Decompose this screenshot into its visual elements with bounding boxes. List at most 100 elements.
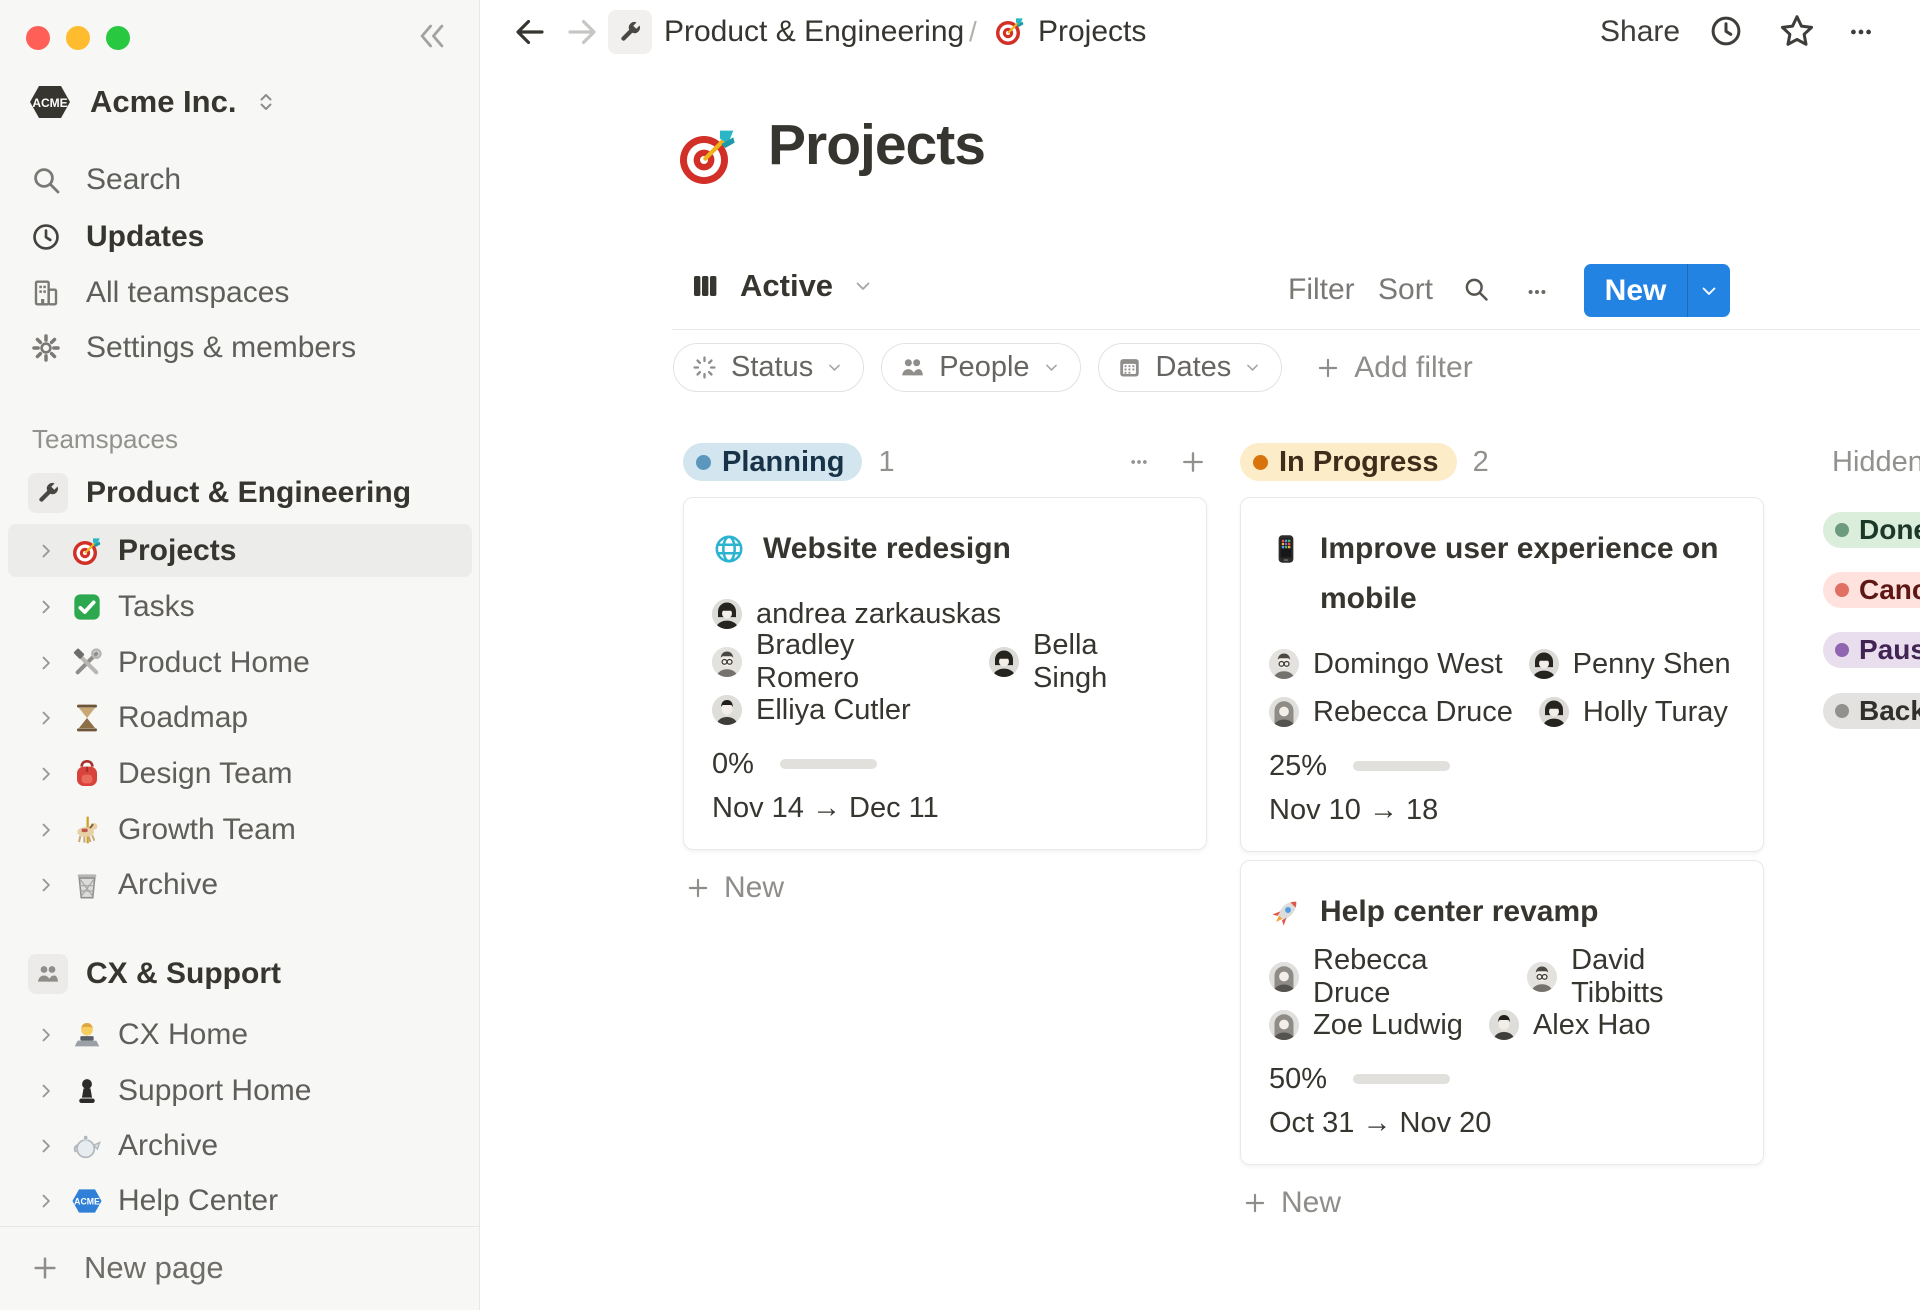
nav-back-button[interactable]: [512, 14, 548, 50]
sidebar-item-all-teamspaces[interactable]: All teamspaces: [30, 271, 289, 315]
share-button[interactable]: Share: [1600, 15, 1680, 49]
target-icon: [71, 535, 103, 567]
hidden-pill-canceled[interactable]: Canceled: [1823, 572, 1920, 608]
svg-text:ACME: ACME: [74, 1196, 100, 1206]
minimize-window-button[interactable]: [66, 26, 90, 50]
hidden-pill-paused[interactable]: Paused: [1823, 632, 1920, 668]
status-dot: [696, 455, 711, 470]
chevron-down-icon: [826, 359, 843, 376]
workspace-switcher[interactable]: ACME Acme Inc.: [28, 84, 278, 120]
new-button-label[interactable]: New: [1584, 264, 1687, 317]
board-column-planning: Planning 1 Website redesign andrea zarka…: [683, 443, 1207, 910]
progress-track: [1353, 1074, 1450, 1084]
sidebar-item-roadmap[interactable]: Roadmap: [8, 691, 472, 744]
filter-chip-people[interactable]: People: [881, 343, 1080, 392]
project-card-website-redesign[interactable]: Website redesign andrea zarkauskas Bradl…: [683, 497, 1207, 850]
hammer-wrench-icon: [71, 647, 103, 679]
filter-button[interactable]: Filter: [1288, 273, 1355, 307]
workspace-logo-icon: ACME: [28, 84, 72, 120]
workspace-name: Acme Inc.: [90, 84, 236, 120]
card-progress: 25%: [1269, 750, 1735, 782]
sidebar-item-support-home[interactable]: Support Home: [8, 1064, 472, 1117]
hidden-pill-backlog[interactable]: Backlog: [1823, 693, 1920, 729]
ellipsis-icon: [1123, 452, 1155, 472]
search-view-button[interactable]: [1462, 275, 1490, 303]
people-icon: [28, 954, 68, 994]
sidebar-item-updates[interactable]: Updates: [30, 215, 204, 259]
page-title[interactable]: Projects: [768, 112, 985, 178]
column-more-button[interactable]: [1123, 452, 1155, 472]
avatar: [712, 647, 742, 677]
add-card-button[interactable]: New: [683, 866, 784, 910]
filter-chip-dates[interactable]: Dates: [1098, 343, 1283, 392]
sidebar-item-design-team[interactable]: Design Team: [8, 747, 472, 800]
new-page-button[interactable]: New page: [30, 1244, 224, 1292]
column-header: Planning 1: [683, 443, 1207, 481]
technologist-icon: [71, 1019, 103, 1051]
add-filter-button[interactable]: Add filter: [1315, 351, 1472, 385]
column-count: 2: [1473, 446, 1489, 479]
sidebar-collapse-button[interactable]: [410, 14, 454, 58]
close-window-button[interactable]: [26, 26, 50, 50]
status-pill-in-progress[interactable]: In Progress: [1240, 443, 1457, 481]
plus-icon: [1179, 448, 1207, 476]
more-options-button[interactable]: [1842, 19, 1880, 45]
favorite-button[interactable]: [1778, 12, 1816, 50]
card-dates: Oct 31 → Nov 20: [1269, 1107, 1735, 1140]
teamspace-product-engineering[interactable]: Product & Engineering: [28, 468, 411, 518]
status-pill-planning[interactable]: Planning: [683, 443, 862, 481]
zoom-window-button[interactable]: [106, 26, 130, 50]
project-card-help-center-revamp[interactable]: Help center revamp Rebecca Druce David T…: [1240, 860, 1764, 1165]
sidebar: ACME Acme Inc. Search Updates All teamsp…: [0, 0, 480, 1310]
history-button[interactable]: [1708, 13, 1744, 49]
breadcrumb-page[interactable]: Projects: [1038, 15, 1146, 49]
view-more-options-button[interactable]: [1520, 281, 1554, 303]
filter-chip-status[interactable]: Status: [673, 343, 864, 392]
chevron-right-icon: [36, 541, 56, 561]
column-add-button[interactable]: [1179, 448, 1207, 476]
status-dot: [1835, 523, 1849, 537]
avatar: [1527, 962, 1557, 992]
sidebar-item-help-center[interactable]: ACME Help Center: [8, 1174, 472, 1227]
sidebar-item-product-home[interactable]: Product Home: [8, 636, 472, 689]
search-icon: [30, 164, 62, 196]
view-tab-active[interactable]: Active: [690, 268, 873, 304]
new-button-dropdown[interactable]: [1688, 264, 1730, 317]
chevron-right-icon: [36, 764, 56, 784]
avatar: [1489, 1010, 1519, 1040]
sidebar-item-tasks[interactable]: Tasks: [8, 580, 472, 633]
card-progress: 0%: [712, 748, 1178, 780]
breadcrumb-separator: /: [969, 16, 977, 48]
status-dot: [1835, 704, 1849, 718]
breadcrumb-teamspace-icon[interactable]: [608, 10, 652, 54]
chevron-right-icon: [36, 875, 56, 895]
project-card-improve-ux-mobile[interactable]: Improve user experience on mobile Doming…: [1240, 497, 1764, 852]
ellipsis-icon: [1842, 19, 1880, 45]
avatar: [1269, 697, 1299, 727]
board-view-icon: [690, 271, 720, 301]
avatar: [989, 647, 1019, 677]
sidebar-item-archive[interactable]: Archive: [8, 858, 472, 911]
chevron-right-icon: [36, 1081, 56, 1101]
sidebar-item-archive-cx[interactable]: Archive: [8, 1119, 472, 1172]
sidebar-item-projects[interactable]: Projects: [8, 524, 472, 577]
new-button: New: [1584, 264, 1730, 317]
sidebar-item-growth-team[interactable]: Growth Team: [8, 803, 472, 856]
chevron-right-icon: [36, 708, 56, 728]
hidden-columns-toggle[interactable]: Hidden columns: [1832, 446, 1920, 479]
building-icon: [30, 277, 62, 309]
column-header: In Progress 2: [1240, 443, 1764, 481]
add-card-button[interactable]: New: [1240, 1181, 1341, 1225]
progress-track: [780, 759, 877, 769]
calendar-icon: [1116, 354, 1143, 381]
sidebar-item-search[interactable]: Search: [30, 158, 181, 202]
hidden-pill-done[interactable]: Done: [1823, 512, 1920, 548]
breadcrumb-teamspace[interactable]: Product & Engineering: [664, 15, 964, 49]
arrow-right-icon: [564, 14, 600, 50]
teamspace-cx-support[interactable]: CX & Support: [28, 949, 281, 999]
sort-button[interactable]: Sort: [1378, 273, 1433, 307]
nav-forward-button[interactable]: [564, 14, 600, 50]
sidebar-item-cx-home[interactable]: CX Home: [8, 1008, 472, 1061]
card-people: andrea zarkauskas Bradley Romero Bella S…: [712, 590, 1178, 734]
sidebar-item-settings[interactable]: Settings & members: [30, 326, 356, 370]
